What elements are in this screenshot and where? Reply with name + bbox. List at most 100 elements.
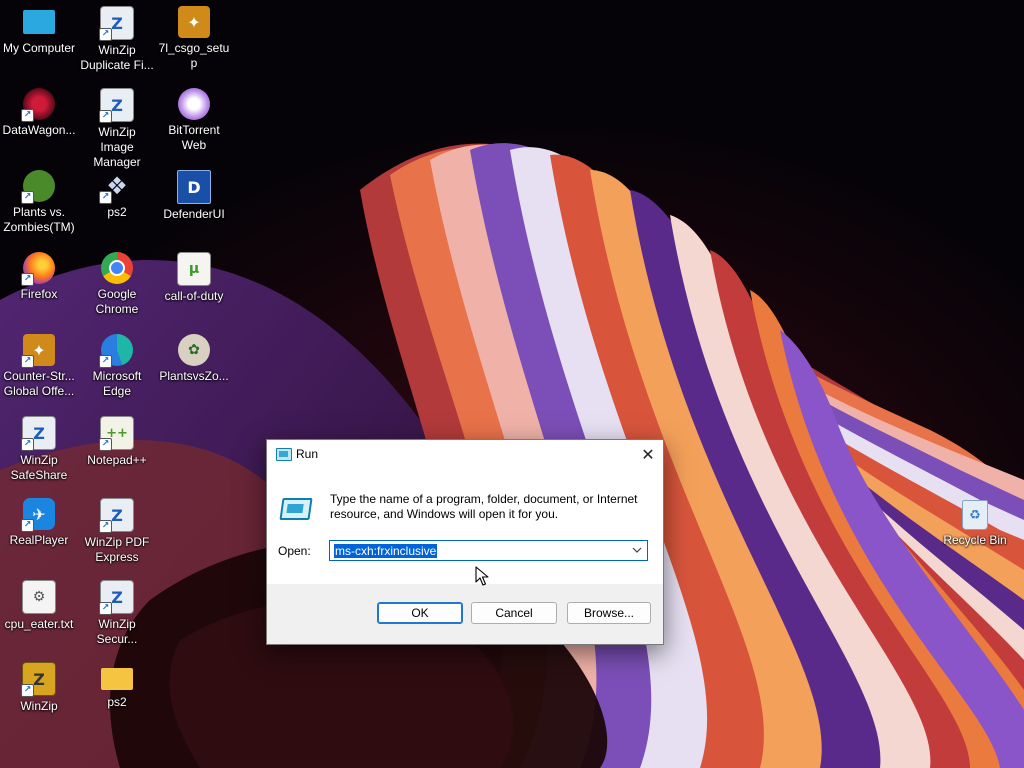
desktop-icon-label: Recycle Bin	[943, 533, 1007, 547]
shortcut-arrow-icon: ↗	[99, 191, 112, 204]
chevron-down-glyph	[632, 547, 642, 553]
desktop-icon-label: Counter-Str... Global Offe...	[3, 369, 75, 398]
desktop-icon-my-computer[interactable]: My Computer	[0, 0, 78, 56]
desktop-icon-winzip-image-manager[interactable]: Z ↗ WinZip Image Manager	[78, 82, 156, 170]
shortcut-arrow-icon: ↗	[99, 438, 112, 451]
run-dialog: Run ✕ Type the name of a program, folder…	[266, 439, 664, 645]
desktop-icon-label: Firefox	[20, 287, 58, 301]
desktop-icon-label: ps2	[107, 205, 127, 219]
desktop-icon-winzip-secure[interactable]: Z ↗ WinZip Secur...	[78, 574, 156, 647]
desktop-icon-winzip-duplicate[interactable]: Z ↗ WinZip Duplicate Fi...	[78, 0, 156, 73]
desktop-icon-plantsvszombies[interactable]: ✿ PlantsvsZo...	[155, 328, 233, 384]
desktop-icon-label: DataWagon...	[2, 123, 76, 137]
desktop-icon-label: RealPlayer	[9, 533, 69, 547]
desktop-icon-cpu-eater[interactable]: ⚙ cpu_eater.txt	[0, 574, 78, 632]
winzip-image-icon: Z ↗	[99, 88, 134, 123]
run-description: Type the name of a program, folder, docu…	[330, 492, 638, 521]
desktop-icon-label: cpu_eater.txt	[4, 617, 74, 631]
desktop-icon-winzip-pdf-express[interactable]: Z ↗ WinZip PDF Express	[78, 492, 156, 565]
edge-icon: ↗	[99, 334, 133, 368]
winzip-pdf-icon: Z ↗	[99, 498, 134, 533]
desktop-icon-ps2-folder[interactable]: ps2	[78, 656, 156, 710]
desktop-icon-microsoft-edge[interactable]: ↗ Microsoft Edge	[78, 328, 156, 399]
csgo-icon: ✦	[178, 6, 210, 38]
close-icon[interactable]: ✕	[633, 440, 663, 470]
shortcut-arrow-icon: ↗	[99, 520, 112, 533]
desktop-icon-label: call-of-duty	[164, 289, 224, 303]
firefox-icon: ↗	[21, 252, 55, 286]
desktop-icon-plants-vs-zombies[interactable]: ↗ Plants vs. Zombies(TM)	[0, 164, 78, 235]
desktop-icon-label: Google Chrome	[95, 287, 139, 316]
shortcut-arrow-icon: ↗	[99, 28, 112, 41]
ps2-icon: ❖ ↗	[99, 170, 133, 204]
shortcut-arrow-icon: ↗	[99, 110, 112, 123]
desktop-icon-bittorrent-web[interactable]: BitTorrent Web	[155, 82, 233, 153]
desktop-icon-label: WinZip Duplicate Fi...	[80, 43, 154, 72]
csgo-icon: ✦ ↗	[21, 334, 55, 368]
desktop-icon-label: Notepad++	[87, 453, 147, 467]
desktop-icon-ps2-shortcut[interactable]: ❖ ↗ ps2	[78, 164, 156, 220]
desktop-icon-winzip[interactable]: Z ↗ WinZip	[0, 656, 78, 714]
plants-icon: ↗	[21, 170, 55, 204]
mouse-cursor-icon	[475, 566, 489, 586]
winzip-secure-icon: Z ↗	[99, 580, 134, 615]
winzip-safeshare-icon: Z ↗	[21, 416, 56, 451]
desktop-icon-csgo-setup[interactable]: ✦ 7l_csgo_setup	[155, 0, 233, 71]
open-input[interactable]: ms-cxh:frxinclusive	[334, 544, 438, 558]
desktop-icon-call-of-duty[interactable]: µ call-of-duty	[155, 246, 233, 304]
desktop-icon-realplayer[interactable]: ✈ ↗ RealPlayer	[0, 492, 78, 548]
shortcut-arrow-icon: ↗	[21, 438, 34, 451]
run-dialog-titlebar[interactable]: Run ✕	[267, 440, 663, 470]
shortcut-arrow-icon: ↗	[21, 684, 34, 697]
browse-button[interactable]: Browse...	[567, 602, 651, 624]
shortcut-arrow-icon: ↗	[21, 355, 34, 368]
desktop-icon-notepad-plus-plus[interactable]: ++ ↗ Notepad++	[78, 410, 156, 468]
realplayer-icon: ✈ ↗	[21, 498, 55, 532]
desktop-icon-label: 7l_csgo_setup	[158, 41, 230, 70]
winzip-icon: Z ↗	[21, 662, 56, 697]
open-combobox[interactable]: ms-cxh:frxinclusive	[329, 540, 648, 561]
shortcut-arrow-icon: ↗	[21, 519, 34, 532]
run-dialog-title: Run	[296, 447, 319, 461]
desktop-icon-winzip-safeshare[interactable]: Z ↗ WinZip SafeShare	[0, 410, 78, 483]
desktop-icon-datawagon[interactable]: ↗ DataWagon...	[0, 82, 78, 138]
open-label: Open:	[278, 544, 311, 558]
run-app-icon	[276, 448, 292, 461]
desktop-icon-label: PlantsvsZo...	[159, 369, 229, 383]
desktop-icon-google-chrome[interactable]: Google Chrome	[78, 246, 156, 317]
desktop-icon-recycle-bin[interactable]: ♻ Recycle Bin	[936, 492, 1014, 548]
winzip-file-icon: Z ↗	[99, 6, 134, 41]
run-dialog-footer: OK Cancel Browse...	[267, 584, 663, 644]
datawagon-icon: ↗	[21, 88, 55, 122]
cancel-button[interactable]: Cancel	[471, 602, 557, 624]
desktop-icon-label: WinZip	[20, 699, 58, 713]
desktop-icon-label: BitTorrent Web	[168, 123, 220, 152]
desktop-icon-label: WinZip Secur...	[96, 617, 138, 646]
desktop-icon-label: ps2	[107, 695, 127, 709]
desktop-icon-label: WinZip PDF Express	[84, 535, 150, 564]
shortcut-arrow-icon: ↗	[21, 191, 34, 204]
desktop-icon-label: Microsoft Edge	[92, 369, 142, 398]
desktop-icon-label: Plants vs. Zombies(TM)	[3, 205, 75, 234]
ok-button[interactable]: OK	[377, 602, 463, 624]
shortcut-arrow-icon: ↗	[99, 355, 112, 368]
torrent-file-icon: µ	[177, 252, 211, 286]
chevron-down-icon[interactable]	[630, 543, 644, 558]
desktop-icon-label: DefenderUI	[163, 207, 225, 221]
desktop-icon-defenderui[interactable]: D DefenderUI	[155, 164, 233, 222]
desktop-icon-label: My Computer	[2, 41, 76, 55]
run-icon	[279, 498, 313, 520]
desktop-icon-firefox[interactable]: ↗ Firefox	[0, 246, 78, 302]
shortcut-arrow-icon: ↗	[99, 602, 112, 615]
desktop-icon-area: My Computer ↗ DataWagon... ↗ Plants vs. …	[0, 0, 1024, 768]
notepadpp-icon: ++ ↗	[99, 416, 134, 451]
bittorrent-icon	[178, 88, 210, 120]
shortcut-arrow-icon: ↗	[21, 109, 34, 122]
shortcut-arrow-icon: ↗	[21, 273, 34, 286]
desktop-icon-label: WinZip SafeShare	[10, 453, 68, 482]
open-label-text: Open:	[278, 544, 311, 558]
monitor-icon	[23, 10, 55, 34]
folder-icon	[101, 668, 133, 690]
desktop-icon-counter-strike[interactable]: ✦ ↗ Counter-Str... Global Offe...	[0, 328, 78, 399]
recycle-bin-icon: ♻	[962, 500, 988, 530]
